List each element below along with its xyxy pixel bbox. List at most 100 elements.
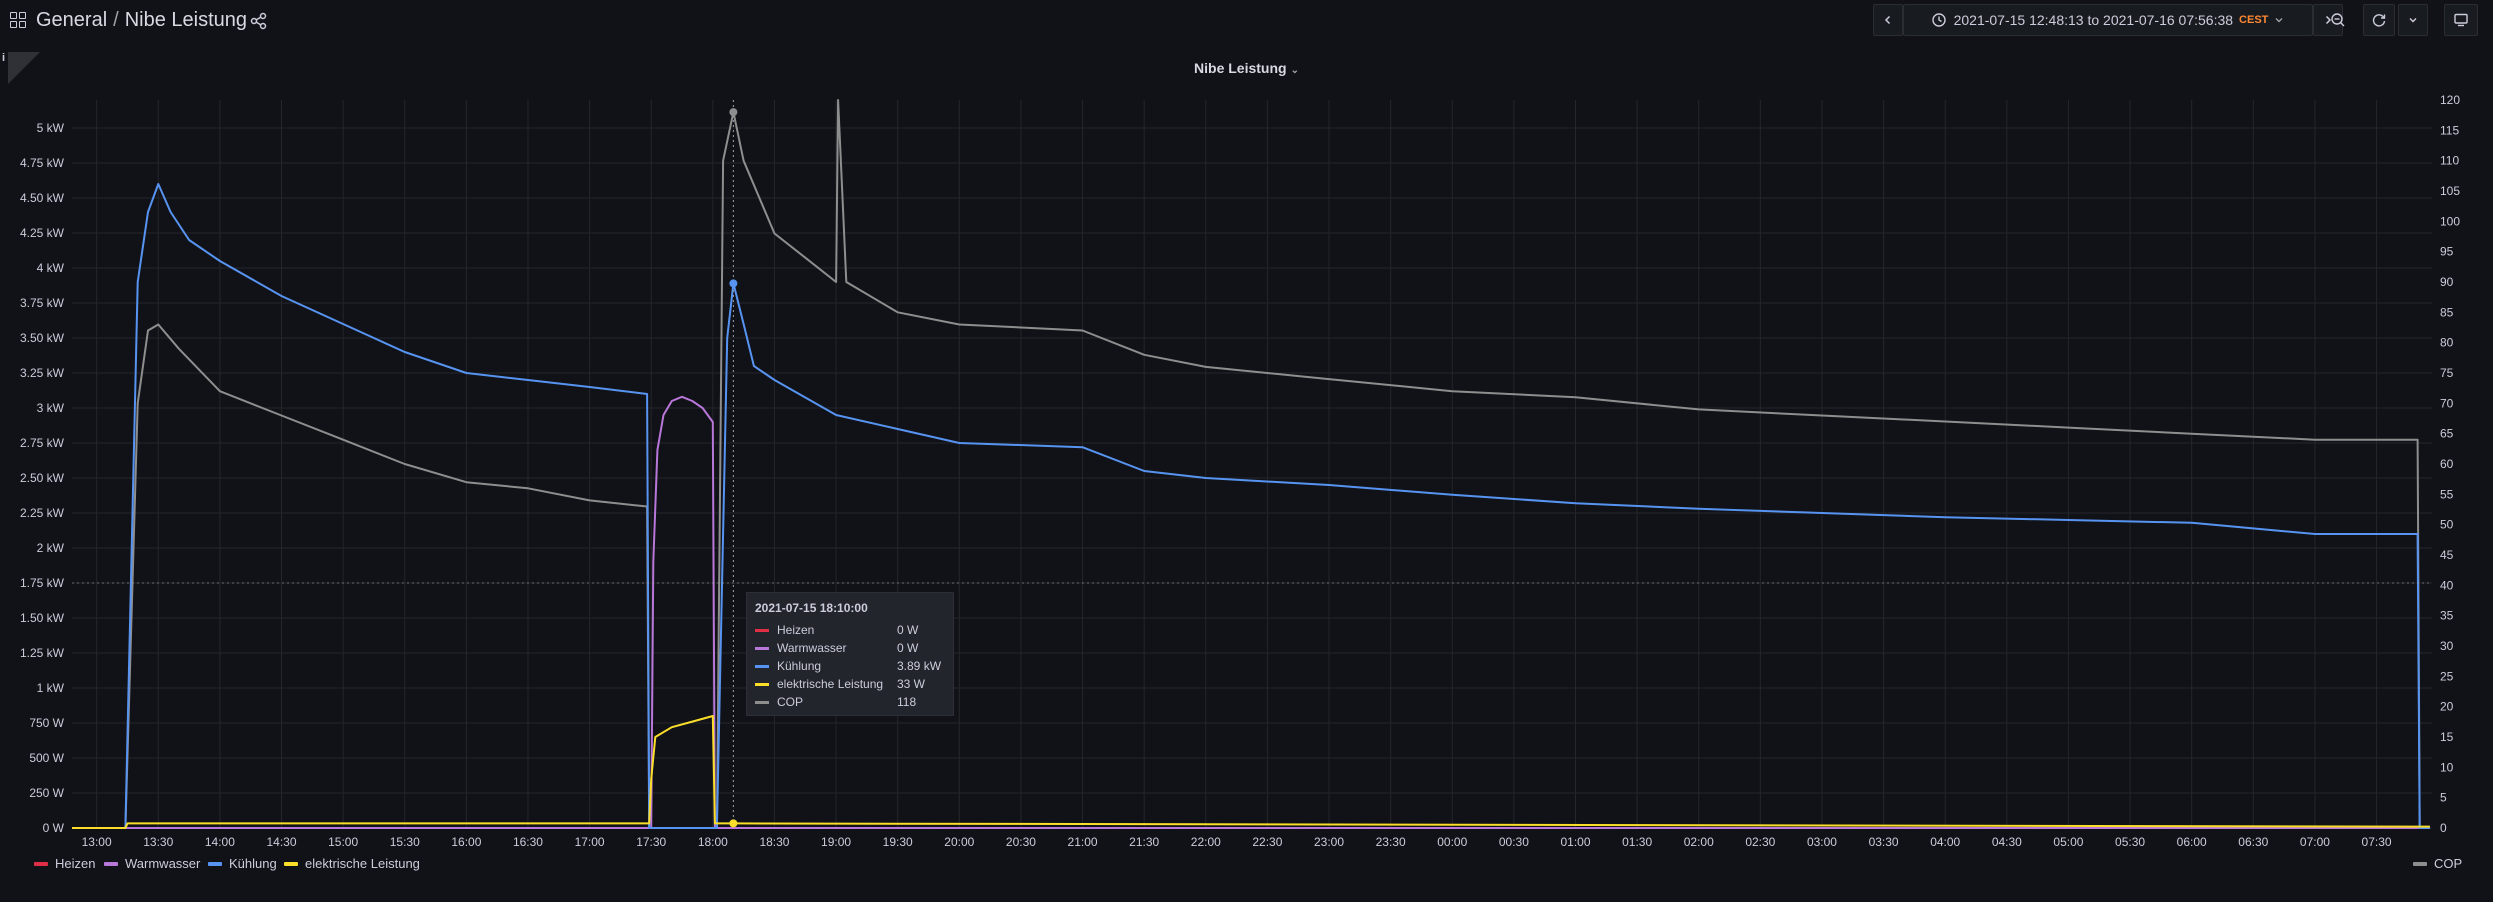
x-tick-label: 02:00: [1684, 835, 1714, 849]
x-tick-label: 17:30: [636, 835, 666, 849]
tooltip-row: Kühlung 3.89 kW: [755, 657, 945, 675]
legend-label: Kühlung: [229, 856, 277, 871]
time-series-chart[interactable]: 0 W 25 0 W 500 W 750 W 1 kW 1.25 kW 1.50 kW 1.75…: [0, 0, 2493, 902]
legend-item-heizen[interactable]: Heizen: [34, 856, 95, 871]
x-tick-label: 04:00: [1930, 835, 1960, 849]
tooltip-time: 2021-07-15 18:10:00: [755, 601, 868, 615]
legend-label: Warmwasser: [125, 856, 201, 871]
x-tick-label: 17:00: [575, 835, 605, 849]
y-left-tick-label: 5 kW: [37, 121, 65, 135]
tooltip-swatch: [755, 628, 769, 632]
y-left-tick-label: 1.50 kW: [20, 611, 65, 625]
legend-item-cop[interactable]: COP: [2413, 856, 2462, 871]
x-tick-label: 14:00: [205, 835, 235, 849]
x-tick-label: 00:30: [1499, 835, 1529, 849]
y-left-tick-label: 4.75 kW: [20, 156, 65, 170]
y-right-tick-label: 35: [2440, 609, 2454, 623]
legend-item-elektrische-leistung[interactable]: elektrische Leistung: [284, 856, 420, 871]
x-tick-label: 16:30: [513, 835, 543, 849]
y-left-tick-label: 4 kW: [37, 261, 65, 275]
x-tick-label: 15:00: [328, 835, 358, 849]
x-tick-label: 19:00: [821, 835, 851, 849]
y-right-tick-label: 110: [2440, 154, 2459, 168]
y-right-tick-label: 25: [2440, 669, 2454, 683]
legend-label: Heizen: [55, 856, 96, 871]
x-tick-label: 05:00: [2053, 835, 2083, 849]
y-left-tick-label: 0 W: [43, 821, 65, 835]
y-left-tick-label: 2.25 kW: [20, 506, 65, 520]
y-right-tick-label: 95: [2440, 245, 2454, 259]
tooltip-row: COP 118: [755, 693, 945, 711]
y-right-tick-label: 40: [2440, 578, 2454, 592]
y-left-tick-label: 3.75 kW: [20, 296, 65, 310]
y-right-tick-label: 60: [2440, 457, 2454, 471]
y-right-tick-label: 15: [2440, 730, 2454, 744]
x-tick-label: 03:00: [1807, 835, 1837, 849]
x-tick-label: 00:00: [1437, 835, 1467, 849]
hover-point-cop: [729, 108, 738, 117]
y-left-tick-label: 2.50 kW: [20, 471, 65, 485]
tooltip-series-value: 3.89 kW: [897, 659, 942, 673]
x-tick-label: 23:30: [1376, 835, 1406, 849]
y-right-tick-label: 30: [2440, 639, 2454, 653]
x-tick-label: 22:30: [1252, 835, 1282, 849]
legend-label: elektrische Leistung: [305, 856, 420, 871]
legend-swatch: [208, 861, 222, 866]
x-tick-label: 20:30: [1006, 835, 1036, 849]
tooltip-series-value: 118: [897, 695, 917, 709]
tooltip-swatch: [755, 700, 769, 704]
x-tick-label: 23:00: [1314, 835, 1344, 849]
legend-swatch: [34, 861, 48, 866]
y-left-tick-label: 3.25 kW: [20, 366, 65, 380]
x-tick-label: 13:00: [82, 835, 112, 849]
x-tick-label: 06:30: [2238, 835, 2268, 849]
y-left-tick-label: 500 W: [29, 751, 64, 765]
y-right-tick-label: 75: [2440, 366, 2454, 380]
legend-item-warmwasser[interactable]: Warmwasser: [104, 856, 200, 871]
y-right-tick-label: 105: [2440, 184, 2460, 198]
hover-point-elektrische-leistung: [729, 819, 738, 828]
legend-swatch: [2413, 861, 2427, 866]
x-tick-label: 21:00: [1068, 835, 1098, 849]
tooltip-row: Warmwasser 0 W: [755, 639, 945, 657]
y-right-tick-label: 5: [2440, 791, 2447, 805]
y-left-tick-label: 4.25 kW: [20, 226, 65, 240]
tooltip-series-name: Heizen: [777, 623, 815, 637]
y-left-tick-label: 3.50 kW: [20, 331, 65, 345]
y-left-tick-label: 3 kW: [37, 401, 65, 415]
y-left-tick-label: 750 W: [29, 716, 64, 730]
tooltip-swatch: [755, 682, 769, 686]
x-tick-label: 19:30: [883, 835, 913, 849]
x-tick-label: 16:00: [451, 835, 481, 849]
x-tick-label: 13:30: [143, 835, 173, 849]
y-right-tick-label: 0: [2440, 821, 2447, 835]
tooltip-series-value: 0 W: [897, 623, 919, 637]
tooltip-row: elektrische Leistung 33 W: [755, 675, 945, 693]
y-right-tick-label: 100: [2440, 214, 2460, 228]
y-right-tick-label: 90: [2440, 275, 2454, 289]
x-tick-label: 14:30: [266, 835, 296, 849]
y-left-tick-label: 1.25 kW: [20, 646, 65, 660]
series-line-warmwasser: [72, 395, 2430, 829]
y-right-tick-label: 85: [2440, 305, 2454, 319]
x-tick-label: 04:30: [1992, 835, 2022, 849]
x-tick-label: 06:00: [2177, 835, 2207, 849]
series-line-elektrische-leistung: [72, 715, 2430, 829]
x-tick-label: 18:30: [759, 835, 789, 849]
hover-tooltip: 2021-07-15 18:10:00 Heizen 0 W Warmwasser…: [746, 592, 954, 716]
x-tick-label: 02:30: [1745, 835, 1775, 849]
y-left-tick-label: 1.75 kW: [20, 576, 65, 590]
tooltip-swatch: [755, 646, 769, 650]
y-right-tick-label: 45: [2440, 548, 2454, 562]
y-right-tick-label: 20: [2440, 700, 2454, 714]
legend-item-kuehlung[interactable]: Kühlung: [208, 856, 277, 871]
y-left-tick-label: 2 kW: [37, 541, 65, 555]
legend-label: COP: [2434, 856, 2463, 871]
y-right-tick-label: 70: [2440, 396, 2454, 410]
y-left-tick-label: 1 kW: [37, 681, 65, 695]
series-line-cop: [72, 99, 2430, 829]
x-tick-label: 01:00: [1560, 835, 1590, 849]
y-right-tick-label: 120: [2440, 93, 2460, 107]
x-tick-label: 01:30: [1622, 835, 1652, 849]
y-right-tick-label: 115: [2440, 123, 2459, 137]
